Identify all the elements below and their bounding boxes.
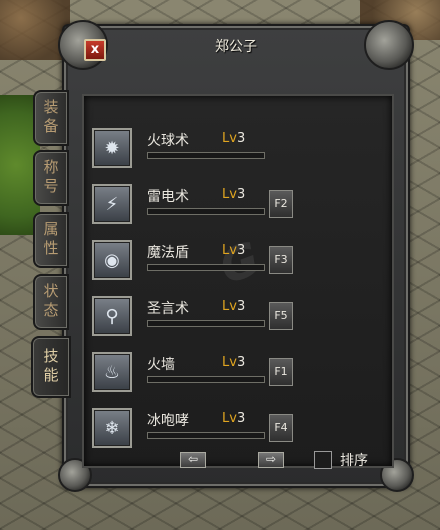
right-arrow-icon: ⇨ [265, 452, 277, 466]
skill-level: Lv3 [222, 243, 246, 258]
skill-row[interactable]: ⚡ 雷电术 Lv3 F2 [92, 184, 392, 230]
tab-skills[interactable]: 技能 [31, 336, 71, 398]
skill-progress-bar [147, 208, 265, 215]
close-icon: x [90, 42, 100, 57]
skill-row[interactable]: ♨ 火墙 Lv3 F1 [92, 352, 392, 398]
skill-name: 火墙 [147, 357, 175, 373]
skill-progress-bar [147, 432, 265, 439]
prev-page-button[interactable]: ⇦ [180, 452, 206, 468]
skill-row[interactable]: ❄ 冰咆哮 Lv3 F4 [92, 408, 392, 454]
close-button[interactable]: x [84, 39, 106, 61]
skill-level: Lv3 [222, 131, 246, 146]
next-page-button[interactable]: ⇨ [258, 452, 284, 468]
skill-name: 圣言术 [147, 301, 189, 317]
skill-level: Lv3 [222, 355, 246, 370]
fireball-icon[interactable]: ✹ [92, 128, 132, 168]
tab-equipment[interactable]: 装备 [33, 90, 69, 146]
ice-roar-icon[interactable]: ❄ [92, 408, 132, 448]
sort-checkbox[interactable] [314, 451, 332, 469]
magic-shield-icon[interactable]: ◉ [92, 240, 132, 280]
tab-label: 状态 [41, 283, 60, 321]
holy-word-icon[interactable]: ⚲ [92, 296, 132, 336]
skill-progress-bar [147, 264, 265, 271]
tab-title[interactable]: 称号 [33, 150, 69, 206]
skill-row[interactable]: ◉ 魔法盾 Lv3 F3 [92, 240, 392, 286]
skill-row[interactable]: ⚲ 圣言术 Lv3 F5 [92, 296, 392, 342]
left-arrow-icon: ⇦ [187, 452, 199, 466]
skill-progress-bar [147, 152, 265, 159]
hotkey-slot[interactable]: F3 [269, 246, 293, 274]
hotkey-slot[interactable]: F1 [269, 358, 293, 386]
hotkey-slot[interactable]: F2 [269, 190, 293, 218]
skill-name: 冰咆哮 [147, 413, 189, 429]
hotkey-slot[interactable] [269, 134, 293, 162]
tab-attributes[interactable]: 属性 [33, 212, 69, 268]
tab-label: 装备 [41, 99, 60, 137]
skill-level: Lv3 [222, 187, 246, 202]
skill-name: 雷电术 [147, 189, 189, 205]
skill-level: Lv3 [222, 299, 246, 314]
tab-label: 称号 [41, 159, 60, 197]
sort-label: 排序 [340, 453, 368, 469]
tab-label: 技能 [41, 348, 60, 386]
lightning-icon[interactable]: ⚡ [92, 184, 132, 224]
hotkey-slot[interactable]: F4 [269, 414, 293, 442]
fire-wall-icon[interactable]: ♨ [92, 352, 132, 392]
skill-name: 魔法盾 [147, 245, 189, 261]
tab-status[interactable]: 状态 [33, 274, 69, 330]
skill-name: 火球术 [147, 133, 189, 149]
skill-progress-bar [147, 320, 265, 327]
skill-progress-bar [147, 376, 265, 383]
hotkey-slot[interactable]: F5 [269, 302, 293, 330]
skill-row[interactable]: ✹ 火球术 Lv3 [92, 128, 392, 174]
tab-label: 属性 [41, 221, 60, 259]
skill-level: Lv3 [222, 411, 246, 426]
window-title: 郑公子 [215, 39, 257, 55]
